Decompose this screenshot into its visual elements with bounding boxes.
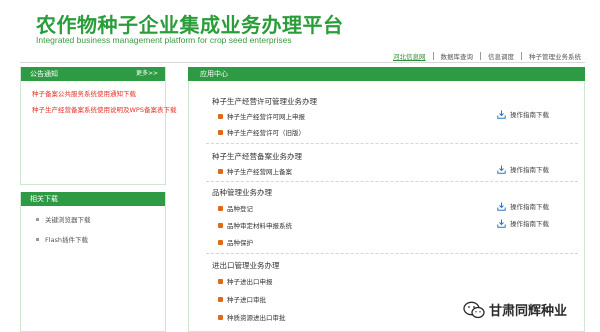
orange-bullet-icon xyxy=(218,113,223,119)
link-label: 种子进口审批 xyxy=(227,296,266,304)
download-icon xyxy=(497,202,506,211)
link-label: 种子生产经营许可网上申报 xyxy=(227,113,305,121)
download-icon xyxy=(497,219,506,228)
orange-bullet-icon xyxy=(218,168,223,174)
guide-label: 操作指南下载 xyxy=(510,166,549,174)
link-label: 种子进出口申报 xyxy=(227,278,273,286)
download-item-label: 关键浏览器下载 xyxy=(45,216,91,224)
link-label: 种子生产经营网上备案 xyxy=(227,168,292,176)
guide-download-variety-approval[interactable]: 操作指南下载 xyxy=(497,218,549,228)
nav-link-database-query[interactable]: 数据库查询 xyxy=(434,51,481,61)
guide-download-license[interactable]: 操作指南下载 xyxy=(497,109,549,119)
section-divider xyxy=(206,253,578,254)
section-divider xyxy=(206,143,578,144)
link-germplasm-approval[interactable]: 种质资源进出口审批 xyxy=(218,312,286,322)
orange-bullet-icon xyxy=(218,296,223,302)
bullet-dot-icon xyxy=(36,217,39,221)
section-title-import-export: 进出口管理业务办理 xyxy=(212,261,280,270)
link-label: 种子生产经营许可（旧版） xyxy=(227,129,305,137)
orange-bullet-icon xyxy=(218,129,223,135)
nav-link-seed-management[interactable]: 种子管理业务系统 xyxy=(522,51,588,61)
bullet-dot-icon xyxy=(36,237,39,241)
link-variety-protection[interactable]: 品种保护 xyxy=(218,237,253,247)
platform-subtitle: Integrated business management platform … xyxy=(36,35,292,45)
download-item-flash[interactable]: Flash插件下载 xyxy=(36,234,88,244)
wechat-icon xyxy=(463,301,485,318)
app-center-title: 应用中心 xyxy=(200,70,228,78)
link-variety-registration[interactable]: 品种登记 xyxy=(218,203,253,213)
download-icon xyxy=(497,110,506,119)
guide-download-variety-registration[interactable]: 操作指南下载 xyxy=(497,201,549,211)
link-label: 品种保护 xyxy=(227,239,253,247)
section-title-filing: 种子生产经营备案业务办理 xyxy=(212,152,302,161)
watermark-text: 甘肃同辉种业 xyxy=(489,304,568,319)
notice-item[interactable]: 种子备案公共服务系统使用通知下载 xyxy=(32,88,136,98)
nav-link-info-dispatch[interactable]: 信息调度 xyxy=(481,51,521,61)
link-license-online-apply[interactable]: 种子生产经营许可网上申报 xyxy=(218,111,305,121)
platform-title: 农作物种子企业集成业务办理平台 xyxy=(36,13,344,37)
guide-label: 操作指南下载 xyxy=(510,203,549,211)
download-item-browser[interactable]: 关键浏览器下载 xyxy=(36,214,91,224)
orange-bullet-icon xyxy=(218,278,223,284)
downloads-panel xyxy=(20,192,166,332)
orange-bullet-icon xyxy=(218,222,223,228)
app-center-header: 应用中心 xyxy=(188,67,585,81)
download-icon xyxy=(497,165,506,174)
orange-bullet-icon xyxy=(218,205,223,211)
header-divider xyxy=(20,62,585,63)
link-license-old-version[interactable]: 种子生产经营许可（旧版） xyxy=(218,127,305,137)
link-seed-import-approval[interactable]: 种子进口审批 xyxy=(218,294,266,304)
guide-download-filing[interactable]: 操作指南下载 xyxy=(497,164,549,174)
notice-item[interactable]: 种子生产经营备案系统使用说明及WPS备案表下载 xyxy=(32,104,176,114)
link-label: 品种登记 xyxy=(227,205,253,213)
link-variety-approval-system[interactable]: 品种审定材料申报系统 xyxy=(218,220,292,230)
section-title-license: 种子生产经营许可管理业务办理 xyxy=(212,97,317,106)
download-item-label: Flash插件下载 xyxy=(45,236,89,244)
guide-label: 操作指南下载 xyxy=(510,111,549,119)
watermark: 甘肃同辉种业 xyxy=(463,300,567,319)
notice-panel xyxy=(20,67,166,185)
orange-bullet-icon xyxy=(218,239,223,245)
top-navigation: 河北信息网 数据库查询 信息调度 种子管理业务系统 xyxy=(386,51,588,61)
section-title-variety: 品种管理业务办理 xyxy=(212,188,272,197)
guide-label: 操作指南下载 xyxy=(510,220,549,228)
nav-link-hebei-info[interactable]: 河北信息网 xyxy=(386,51,433,61)
link-label: 品种审定材料申报系统 xyxy=(227,222,292,230)
section-divider xyxy=(206,181,578,182)
link-online-filing[interactable]: 种子生产经营网上备案 xyxy=(218,166,292,176)
link-seed-import-export[interactable]: 种子进出口申报 xyxy=(218,276,273,286)
orange-bullet-icon xyxy=(218,314,223,320)
link-label: 种质资源进出口审批 xyxy=(227,314,286,322)
